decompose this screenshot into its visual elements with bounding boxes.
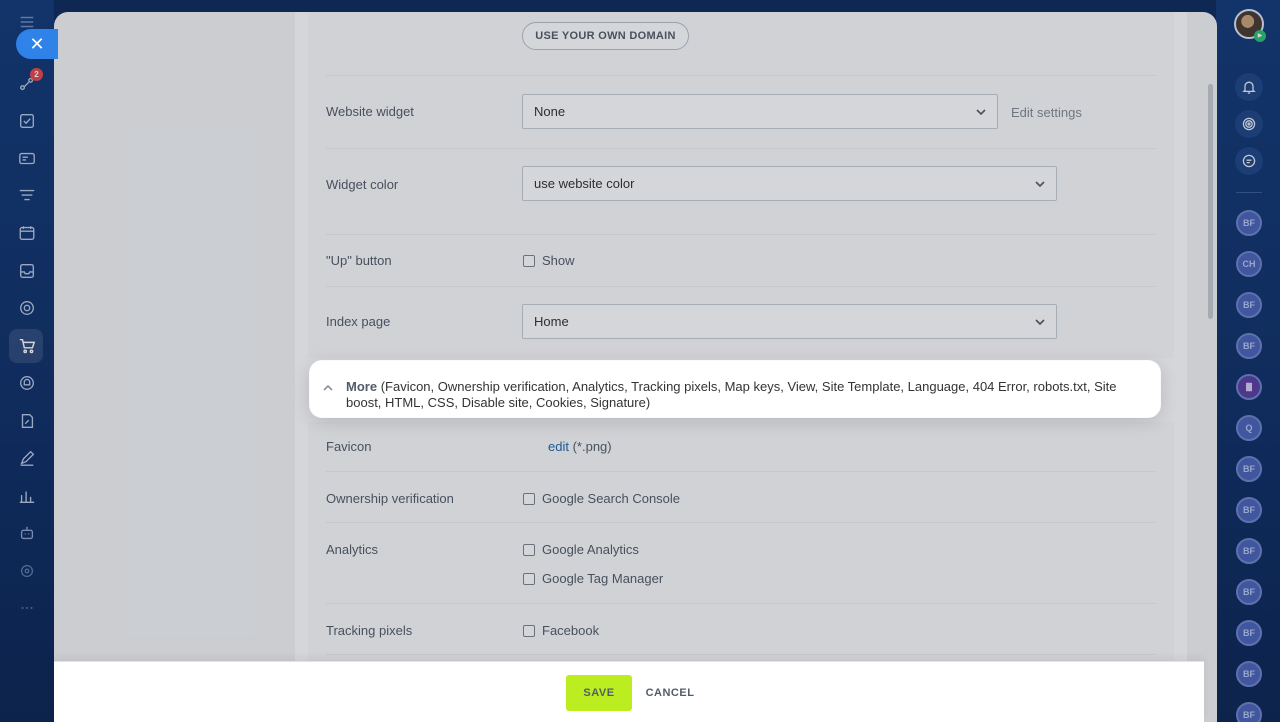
checkbox-label: Google Tag Manager	[542, 571, 664, 586]
index-page-select[interactable]: Home	[522, 304, 1057, 339]
ownership-label: Ownership verification	[326, 491, 454, 506]
signature-icon[interactable]	[17, 411, 37, 431]
settings-icon[interactable]	[17, 561, 37, 581]
rightbar-divider	[1236, 192, 1262, 193]
tasks-icon[interactable]	[17, 111, 37, 131]
favicon-label: Favicon	[326, 439, 372, 454]
save-button[interactable]: SAVE	[566, 675, 632, 711]
checkbox-label: Show	[542, 253, 575, 268]
website-widget-label: Website widget	[326, 104, 414, 119]
analytics-icon[interactable]	[17, 486, 37, 506]
edit-settings-link[interactable]: Edit settings	[1011, 105, 1082, 120]
contact-avatar[interactable]: BF	[1236, 702, 1262, 722]
right-sidebar	[1216, 0, 1280, 722]
more-options-toggle[interactable]: More (Favicon, Ownership verification, A…	[310, 361, 1160, 417]
checkbox-label: Google Analytics	[542, 542, 639, 557]
footer-bar: SAVE CANCEL	[54, 661, 1204, 722]
close-icon: ✕	[29, 33, 45, 54]
favicon-value: edit (*.png)	[548, 439, 612, 454]
contact-avatar[interactable]: Q	[1236, 415, 1262, 441]
inbox-icon[interactable]	[17, 261, 37, 281]
checkbox-box[interactable]	[523, 492, 535, 505]
checkbox-box[interactable]	[523, 543, 535, 556]
target-icon[interactable]	[17, 298, 37, 318]
favicon-row	[326, 422, 1156, 472]
contact-avatar[interactable]: BF	[1236, 456, 1262, 482]
notification-badge: 2	[30, 68, 43, 81]
contact-avatar[interactable]: BF	[1236, 292, 1262, 318]
index-page-value: Home	[534, 314, 569, 329]
analytics-label: Analytics	[326, 542, 379, 557]
domain-row	[326, 12, 1156, 76]
robot-icon[interactable]	[17, 523, 37, 543]
contact-avatar[interactable]: BF	[1236, 497, 1262, 523]
contact-avatar[interactable]: BF	[1236, 579, 1262, 605]
checkbox-label: Google Search Console	[542, 491, 681, 506]
website-widget-select[interactable]: None	[522, 94, 998, 129]
feed-icon[interactable]: 2	[17, 68, 43, 94]
google-analytics-checkbox[interactable]: Google Analytics	[523, 542, 639, 557]
widget-color-value: use website color	[534, 176, 635, 191]
up-button-show-checkbox[interactable]: Show	[523, 253, 575, 268]
widget-color-label: Widget color	[326, 177, 399, 192]
contact-avatar[interactable]: BF	[1236, 333, 1262, 359]
chevron-down-icon	[1035, 181, 1045, 188]
contact-book-icon	[1246, 382, 1252, 392]
favicon-hint: (*.png)	[572, 439, 612, 454]
favicon-edit-link[interactable]: edit	[548, 439, 569, 454]
contact-avatar[interactable]: CH	[1236, 251, 1262, 277]
more-options-list: (Favicon, Ownership verification, Analyt…	[346, 379, 1117, 410]
checkbox-label: Facebook	[542, 623, 600, 638]
google-tag-manager-checkbox[interactable]: Google Tag Manager	[523, 571, 663, 586]
chat-icon[interactable]	[17, 149, 37, 169]
chevron-up-icon	[323, 384, 333, 391]
up-button-label: "Up" button	[326, 253, 392, 268]
contact-avatar[interactable]	[1236, 374, 1262, 400]
scrollbar-thumb[interactable]	[1208, 84, 1213, 319]
close-panel-button[interactable]: ✕	[16, 29, 58, 59]
google-search-console-checkbox[interactable]: Google Search Console	[523, 491, 680, 506]
checkbox-box[interactable]	[523, 572, 535, 585]
bell-icon[interactable]	[1235, 73, 1263, 101]
contact-avatar[interactable]: BF	[1236, 620, 1262, 646]
cart-icon[interactable]	[17, 336, 37, 356]
contact-avatar[interactable]: BF	[1236, 661, 1262, 687]
calendar-icon[interactable]	[17, 223, 37, 243]
widget-color-select[interactable]: use website color	[522, 166, 1057, 201]
up-button-row	[326, 235, 1156, 287]
facebook-pixel-checkbox[interactable]: Facebook	[523, 623, 599, 638]
chevron-down-icon	[1035, 319, 1045, 326]
chevron-down-icon	[976, 109, 986, 116]
website-widget-value: None	[534, 104, 566, 119]
contact-center-icon[interactable]	[17, 373, 37, 393]
contact-avatar[interactable]: BF	[1236, 538, 1262, 564]
checkbox-box[interactable]	[523, 624, 535, 637]
cancel-button[interactable]: CANCEL	[642, 675, 698, 711]
index-page-label: Index page	[326, 314, 391, 329]
messenger-icon[interactable]	[1235, 147, 1263, 175]
analytics-row	[326, 523, 1156, 604]
tracking-pixels-row	[326, 604, 1156, 655]
tracking-pixels-label: Tracking pixels	[326, 623, 413, 638]
more-options-text: More (Favicon, Ownership verification, A…	[346, 379, 1146, 411]
copilot-icon[interactable]	[1235, 110, 1263, 138]
more-title: More	[346, 379, 378, 394]
edit-icon[interactable]	[17, 448, 37, 468]
crm-funnel-icon[interactable]	[17, 186, 37, 206]
checkbox-box[interactable]	[523, 254, 535, 267]
play-icon: ▶	[1254, 30, 1266, 42]
more-dots-icon[interactable]	[17, 598, 37, 618]
left-navigation: 2	[0, 0, 54, 722]
contact-avatar[interactable]: BF	[1236, 210, 1262, 236]
